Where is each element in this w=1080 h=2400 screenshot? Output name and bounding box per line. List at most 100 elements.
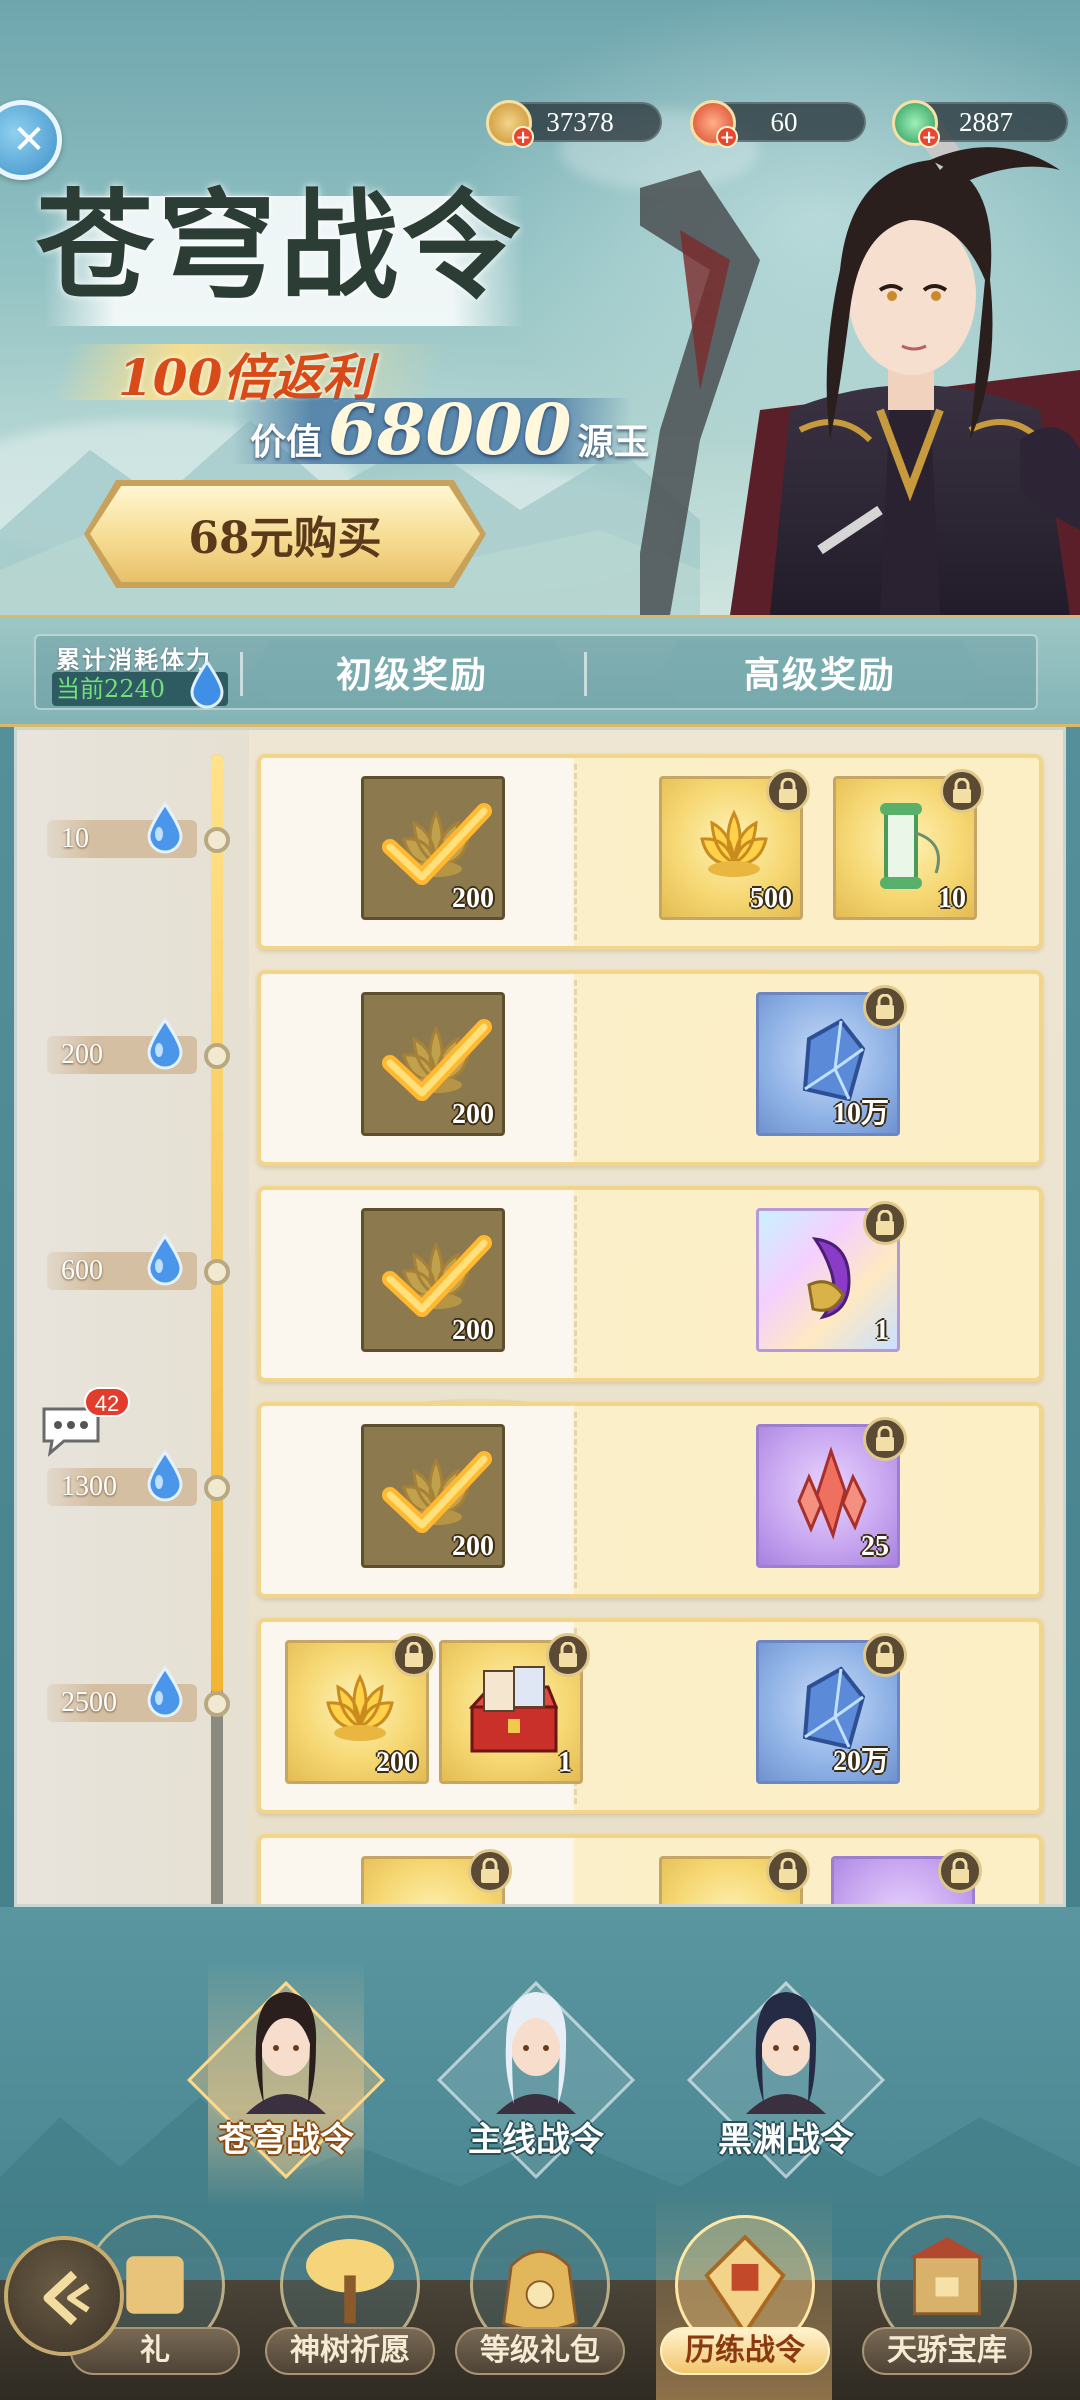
treasure-box-icon bbox=[468, 1666, 559, 1753]
lock-icon bbox=[863, 1417, 907, 1461]
value-suffix: 源玉 bbox=[577, 421, 650, 463]
pass-tab-label: 苍穹战令 bbox=[218, 2120, 354, 2160]
stamina-drop-icon bbox=[147, 1450, 183, 1502]
reward-item-gold-lotus-basic[interactable]: 200 bbox=[361, 992, 505, 1136]
reward-item-blue-crystal-premium[interactable]: 10万 bbox=[756, 985, 907, 1136]
stamina-drop-icon bbox=[147, 1018, 183, 1070]
reward-count: 200 bbox=[452, 883, 494, 914]
reward-count: 10 bbox=[938, 883, 966, 914]
reward-count: 500 bbox=[750, 883, 792, 914]
reward-card[interactable] bbox=[257, 1834, 1043, 1904]
lock-icon bbox=[468, 1849, 512, 1893]
reward-item-gold-lotus-basic[interactable]: 200 bbox=[361, 1208, 505, 1352]
scroll-icon bbox=[880, 803, 940, 889]
lock-icon bbox=[766, 1849, 810, 1893]
reward-item-scroll-premium[interactable]: 10 bbox=[833, 769, 984, 920]
nav-label: 等级礼包 bbox=[455, 2327, 625, 2375]
lock-icon bbox=[766, 769, 810, 813]
pass-banner: ✕ + 37378 + 60 + 2887 苍穹战令 100倍返利 价值 680… bbox=[0, 0, 1080, 615]
nav-label: 神树祈愿 bbox=[265, 2327, 435, 2375]
reward-item[interactable] bbox=[659, 1849, 810, 1904]
nav-sacred-tree[interactable]: 神树祈愿 bbox=[265, 2215, 435, 2400]
reward-count: 25 bbox=[861, 1531, 889, 1562]
reward-item-gold-lotus-premium[interactable]: 500 bbox=[659, 769, 810, 920]
reward-item-gold-lotus-basic[interactable]: 200 bbox=[361, 1424, 505, 1568]
red-crystal-icon bbox=[797, 1446, 867, 1540]
character-portrait bbox=[246, 1992, 326, 2114]
red-gem-amount: 60 bbox=[770, 106, 798, 137]
stamina-drop-icon bbox=[190, 660, 224, 709]
nav-treasury[interactable]: 天骄宝库 bbox=[862, 2215, 1032, 2400]
add-jade-icon[interactable]: + bbox=[918, 126, 940, 148]
lock-icon bbox=[940, 769, 984, 813]
nav-back-button[interactable] bbox=[4, 2236, 124, 2356]
purple-ornament-icon bbox=[807, 1237, 851, 1320]
tab-premium-rewards[interactable]: 高级奖励 bbox=[660, 640, 980, 704]
hero-character-art bbox=[640, 120, 1080, 615]
buy-button[interactable]: 68元购买 bbox=[90, 486, 480, 582]
currency-red-gem[interactable]: + 60 bbox=[690, 100, 866, 148]
reward-count: 1 bbox=[875, 1315, 889, 1346]
reward-item[interactable] bbox=[831, 1849, 982, 1904]
reward-count: 200 bbox=[452, 1531, 494, 1562]
reward-row: 2500 200 1 20万 bbox=[17, 1604, 1063, 1814]
nav-label: 天骄宝库 bbox=[862, 2327, 1032, 2375]
nav-trial-pass[interactable]: 历练战令 bbox=[660, 2215, 830, 2400]
add-coin-icon[interactable]: + bbox=[512, 126, 534, 148]
nav-level-pack[interactable]: 等级礼包 bbox=[455, 2215, 625, 2400]
reward-count: 200 bbox=[452, 1315, 494, 1346]
lock-icon bbox=[938, 1849, 982, 1893]
reward-card[interactable]: 200 25 bbox=[257, 1402, 1043, 1598]
reward-item-gold-lotus-basic[interactable]: 200 bbox=[361, 776, 505, 920]
lock-icon bbox=[863, 985, 907, 1029]
reward-row: 1300 200 25 bbox=[17, 1388, 1063, 1598]
tier-separator bbox=[240, 652, 243, 696]
pass-tab-1[interactable]: 苍穹战令 bbox=[166, 1960, 406, 2200]
claimed-check-icon bbox=[382, 1235, 492, 1317]
reward-item-gold-lotus-basic[interactable]: 200 bbox=[285, 1633, 436, 1784]
reward-card[interactable]: 200 10万 bbox=[257, 970, 1043, 1166]
currency-coin[interactable]: + 37378 bbox=[486, 100, 662, 148]
pass-tab-label: 主线战令 bbox=[468, 2120, 604, 2160]
add-red-gem-icon[interactable]: + bbox=[716, 126, 738, 148]
reward-count: 20万 bbox=[832, 1746, 889, 1777]
tier-divider bbox=[574, 1196, 577, 1372]
reward-item-purple-ornament-premium[interactable]: 1 bbox=[756, 1201, 907, 1352]
progress-node bbox=[204, 1043, 230, 1069]
value-line: 价值 68000 源玉 bbox=[250, 388, 650, 471]
character-portrait bbox=[746, 1992, 826, 2114]
tier-divider bbox=[574, 1412, 577, 1588]
reward-card[interactable]: 200 1 20万 bbox=[257, 1618, 1043, 1814]
reward-count: 200 bbox=[452, 1099, 494, 1130]
reward-item-red-crystal-premium[interactable]: 25 bbox=[756, 1417, 907, 1568]
reward-count: 200 bbox=[376, 1747, 418, 1778]
reward-card[interactable]: 200 1 bbox=[257, 1186, 1043, 1382]
chevron-left-icon bbox=[43, 2270, 90, 2326]
pass-title: 苍穹战令 bbox=[36, 176, 525, 315]
tier-divider bbox=[574, 980, 577, 1156]
reward-card[interactable]: 200 500 10 bbox=[257, 754, 1043, 950]
progress-node bbox=[204, 1691, 230, 1717]
reward-item-blue-crystal-premium[interactable]: 20万 bbox=[756, 1633, 907, 1784]
lock-icon bbox=[863, 1201, 907, 1245]
pass-tab-3[interactable]: 黑渊战令 bbox=[666, 1960, 906, 2200]
nav-label: 历练战令 bbox=[660, 2327, 830, 2375]
reward-list[interactable]: 10 200 500 10 200 200 10万 600 200 1 1300 200 25 2500 2… bbox=[14, 727, 1066, 1907]
stamina-drop-icon bbox=[147, 1666, 183, 1718]
reward-count: 1 bbox=[558, 1747, 572, 1778]
gold-lotus-icon bbox=[700, 809, 768, 877]
value-prefix: 价值 bbox=[250, 421, 323, 463]
progress-node bbox=[204, 1259, 230, 1285]
tier-separator bbox=[584, 652, 587, 696]
pass-tab-2[interactable]: 主线战令 bbox=[416, 1960, 656, 2200]
stamina-drop-icon bbox=[147, 1234, 183, 1286]
reward-row: 10 200 500 10 bbox=[17, 740, 1063, 950]
currency-jade[interactable]: + 2887 bbox=[892, 100, 1068, 148]
reward-item-treasure-box-basic[interactable]: 1 bbox=[439, 1633, 590, 1784]
reward-item[interactable] bbox=[361, 1849, 512, 1904]
claimed-check-icon bbox=[382, 803, 492, 885]
tier-divider bbox=[574, 764, 577, 940]
tab-basic-rewards[interactable]: 初级奖励 bbox=[252, 640, 572, 704]
claimed-check-icon bbox=[382, 1019, 492, 1101]
value-amount: 68000 bbox=[328, 388, 572, 471]
